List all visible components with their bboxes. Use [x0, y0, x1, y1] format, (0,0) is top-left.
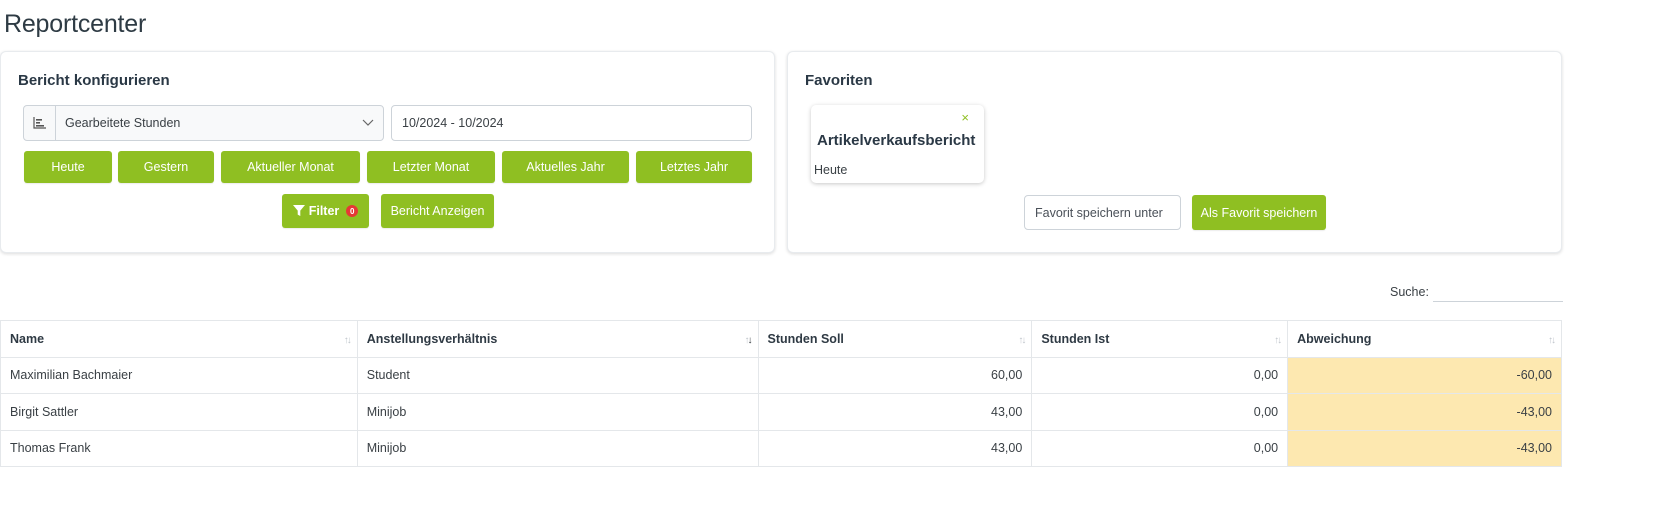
column-header-label: Anstellungsverhältnis: [366, 331, 498, 346]
cell-hours-target: 43,00: [757, 393, 1033, 431]
cell-hours-target: 60,00: [757, 356, 1033, 394]
sort-icon: ↑↓: [1548, 335, 1556, 346]
cell-hours-actual: 0,00: [1031, 393, 1289, 431]
table-row: Maximilian Bachmaier Student 60,00 0,00 …: [0, 356, 1562, 394]
filter-label: Filter: [308, 204, 340, 218]
favorite-item-range: Heute: [814, 163, 848, 177]
column-header-name[interactable]: Name ↑↓: [0, 320, 358, 358]
range-current-year-button[interactable]: Aktuelles Jahr: [502, 151, 629, 183]
range-current-month-button[interactable]: Aktueller Monat: [221, 151, 360, 183]
sort-desc-icon: ↑↓: [744, 335, 753, 346]
table-row: Thomas Frank Minijob 43,00 0,00 -43,00: [0, 429, 1562, 467]
column-header-label: Stunden Ist: [1041, 331, 1110, 346]
cell-employment: Minijob: [356, 393, 759, 431]
search-input[interactable]: [1433, 283, 1563, 302]
page-title: Reportcenter: [4, 10, 147, 38]
config-card-title: Bericht konfigurieren: [18, 72, 170, 89]
range-last-month-button[interactable]: Letzter Monat: [367, 151, 495, 183]
cell-employment: Minijob: [356, 429, 759, 467]
report-config-card: Bericht konfigurieren Gearbeitete Stunde…: [0, 51, 775, 253]
column-header-deviation[interactable]: Abweichung ↑↓: [1287, 320, 1562, 358]
column-header-hours-target[interactable]: Stunden Soll ↑↓: [757, 320, 1033, 358]
date-range-input[interactable]: 10/2024 - 10/2024: [391, 105, 752, 141]
cell-deviation: -43,00: [1287, 429, 1562, 467]
sort-icon: ↑↓: [1274, 335, 1282, 346]
column-header-hours-actual[interactable]: Stunden Ist ↑↓: [1031, 320, 1289, 358]
column-header-label: Name: [10, 331, 45, 346]
range-last-year-button[interactable]: Letztes Jahr: [636, 151, 752, 183]
table-row: Birgit Sattler Minijob 43,00 0,00 -43,00: [0, 393, 1562, 431]
range-today-button[interactable]: Heute: [24, 151, 112, 183]
chevron-down-icon: [353, 119, 383, 127]
report-type-value: Gearbeitete Stunden: [65, 116, 181, 130]
cell-employment: Student: [356, 356, 759, 394]
filter-icon: [292, 205, 305, 217]
table-header-row: Name ↑↓ Anstellungsverhältnis ↑↓ Stunden S…: [0, 320, 1562, 358]
cell-hours-target: 43,00: [757, 429, 1033, 467]
cell-deviation: -43,00: [1287, 393, 1562, 431]
favorite-name-input[interactable]: [1024, 195, 1181, 230]
cell-name: Thomas Frank: [0, 429, 358, 467]
close-icon[interactable]: ×: [961, 110, 969, 125]
favorite-item-name: Artikelverkaufsbericht: [817, 132, 976, 149]
save-favorite-button[interactable]: Als Favorit speichern: [1192, 195, 1326, 230]
filter-count-badge: 0: [346, 205, 359, 217]
report-type-select[interactable]: Gearbeitete Stunden: [23, 105, 384, 141]
sort-icon: ↑↓: [1018, 335, 1026, 346]
cell-deviation: -60,00: [1287, 356, 1562, 394]
column-header-label: Stunden Soll: [767, 331, 844, 346]
cell-hours-actual: 0,00: [1031, 356, 1289, 394]
cell-name: Maximilian Bachmaier: [0, 356, 358, 394]
report-table: Name ↑↓ Anstellungsverhältnis ↑↓ Stunden S…: [0, 320, 1562, 467]
bar-chart-icon: [24, 106, 56, 140]
filter-button[interactable]: Filter 0: [282, 194, 369, 228]
cell-name: Birgit Sattler: [0, 393, 358, 431]
cell-hours-actual: 0,00: [1031, 429, 1289, 467]
favorites-card: Favoriten × Artikelverkaufsbericht Heute…: [787, 51, 1562, 253]
favorites-card-title: Favoriten: [805, 72, 873, 89]
range-yesterday-button[interactable]: Gestern: [118, 151, 214, 183]
search-label: Suche:: [1390, 285, 1429, 299]
sort-icon: ↑↓: [343, 335, 352, 346]
column-header-employment[interactable]: Anstellungsverhältnis ↑↓: [356, 320, 759, 358]
column-header-label: Abweichung: [1297, 331, 1372, 346]
show-report-button[interactable]: Bericht Anzeigen: [381, 194, 494, 228]
favorite-item[interactable]: × Artikelverkaufsbericht Heute: [811, 105, 984, 183]
